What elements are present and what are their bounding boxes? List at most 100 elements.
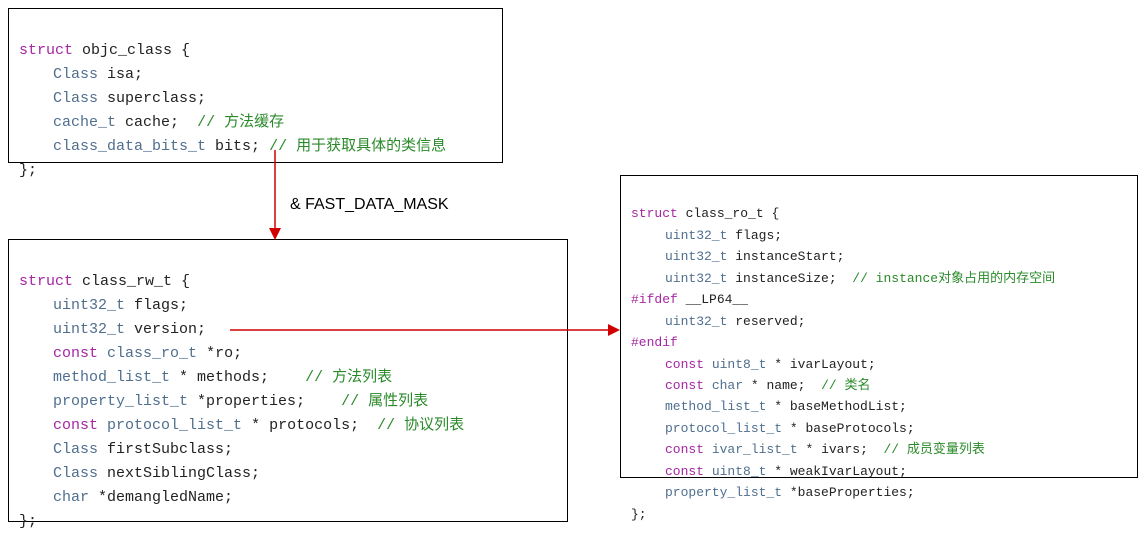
l: uint32_t instanceSize; // instance对象占用的内…: [631, 271, 1055, 286]
struct-name: objc_class {: [82, 42, 190, 59]
l: #ifdef __LP64__: [631, 292, 748, 307]
ident: * methods;: [179, 369, 269, 386]
l: uint32_t reserved;: [631, 314, 805, 329]
ident: * ivarLayout;: [774, 357, 875, 372]
ident: * ivars;: [805, 442, 867, 457]
struct-class-ro-t-box: struct class_ro_t { uint32_t flags; uint…: [620, 175, 1138, 478]
type: uint32_t: [53, 321, 125, 338]
type: uint32_t: [665, 228, 727, 243]
l: uint32_t flags;: [631, 228, 782, 243]
l: cache_t cache; // 方法缓存: [19, 114, 284, 131]
type: uint32_t: [665, 271, 727, 286]
kw-const: const: [665, 378, 704, 393]
ident: flags;: [134, 297, 188, 314]
l: property_list_t *baseProperties;: [631, 485, 915, 500]
l: Class superclass;: [19, 90, 206, 107]
ident: * baseMethodList;: [774, 399, 907, 414]
l: };: [19, 513, 37, 530]
kw-const: const: [665, 357, 704, 372]
type: char: [53, 489, 89, 506]
l: };: [631, 507, 647, 522]
l: method_list_t * methods; // 方法列表: [19, 369, 392, 386]
l: method_list_t * baseMethodList;: [631, 399, 907, 414]
struct-name: class_ro_t {: [686, 206, 780, 221]
comment: // instance对象占用的内存空间: [852, 271, 1055, 286]
ident: *properties;: [197, 393, 305, 410]
l: };: [19, 162, 37, 179]
kw-const: const: [53, 345, 98, 362]
type: method_list_t: [53, 369, 170, 386]
type: uint8_t: [712, 357, 767, 372]
type: char: [712, 378, 743, 393]
kw-ifdef: #ifdef: [631, 292, 678, 307]
l: const ivar_list_t * ivars; // 成员变量列表: [631, 442, 985, 457]
comment: // 方法列表: [305, 369, 392, 386]
type: protocol_list_t: [107, 417, 242, 434]
l: struct class_ro_t {: [631, 206, 779, 221]
close-brace: };: [631, 507, 647, 522]
l: const uint8_t * weakIvarLayout;: [631, 464, 907, 479]
comment: // 类名: [821, 378, 870, 393]
struct-class-rw-t-box: struct class_rw_t { uint32_t flags; uint…: [8, 239, 568, 522]
kw-const: const: [53, 417, 98, 434]
arrow-bits-to-rw: [265, 150, 285, 242]
ident: version;: [134, 321, 206, 338]
type: Class: [53, 90, 98, 107]
ident: instanceStart;: [735, 249, 844, 264]
ident: * name;: [751, 378, 806, 393]
kw-struct: struct: [631, 206, 678, 221]
l: const protocol_list_t * protocols; // 协议…: [19, 417, 464, 434]
type: class_ro_t: [107, 345, 197, 362]
fast-data-mask-label: & FAST_DATA_MASK: [290, 196, 449, 214]
struct-name: class_rw_t {: [82, 273, 190, 290]
ident: instanceSize;: [735, 271, 836, 286]
ident: superclass;: [107, 90, 206, 107]
l: struct objc_class {: [19, 42, 190, 59]
l: property_list_t *properties; // 属性列表: [19, 393, 428, 410]
struct-objc-class-box: struct objc_class { Class isa; Class sup…: [8, 8, 503, 163]
l: const uint8_t * ivarLayout;: [631, 357, 876, 372]
l: const class_ro_t *ro;: [19, 345, 242, 362]
kw-const: const: [665, 442, 704, 457]
l: struct class_rw_t {: [19, 273, 190, 290]
type: uint32_t: [53, 297, 125, 314]
close-brace: };: [19, 162, 37, 179]
l: uint32_t flags;: [19, 297, 188, 314]
ident: isa;: [107, 66, 143, 83]
comment: // 用于获取具体的类信息: [269, 138, 446, 155]
ident: *baseProperties;: [790, 485, 915, 500]
close-brace: };: [19, 513, 37, 530]
comment: // 方法缓存: [197, 114, 284, 131]
l: const char * name; // 类名: [631, 378, 870, 393]
type: Class: [53, 465, 98, 482]
kw-struct: struct: [19, 273, 73, 290]
ident: *demangledName;: [98, 489, 233, 506]
l: Class nextSiblingClass;: [19, 465, 260, 482]
type: class_data_bits_t: [53, 138, 206, 155]
type: protocol_list_t: [665, 421, 782, 436]
comment: // 成员变量列表: [884, 442, 985, 457]
l: class_data_bits_t bits; // 用于获取具体的类信息: [19, 138, 446, 155]
ident: firstSubclass;: [107, 441, 233, 458]
ident: nextSiblingClass;: [107, 465, 260, 482]
ident: reserved;: [735, 314, 805, 329]
kw-const: const: [665, 464, 704, 479]
comment: // 协议列表: [377, 417, 464, 434]
l: protocol_list_t * baseProtocols;: [631, 421, 915, 436]
type: uint8_t: [712, 464, 767, 479]
type: method_list_t: [665, 399, 766, 414]
type: Class: [53, 441, 98, 458]
ident: *ro;: [206, 345, 242, 362]
kw-struct: struct: [19, 42, 73, 59]
l: uint32_t instanceStart;: [631, 249, 844, 264]
comment: // 属性列表: [341, 393, 428, 410]
l: Class isa;: [19, 66, 143, 83]
l: char *demangledName;: [19, 489, 233, 506]
type: ivar_list_t: [712, 442, 798, 457]
ident: cache;: [125, 114, 179, 131]
ident: * baseProtocols;: [790, 421, 915, 436]
ident: flags;: [735, 228, 782, 243]
type: cache_t: [53, 114, 116, 131]
l: uint32_t version;: [19, 321, 206, 338]
ident: * protocols;: [251, 417, 359, 434]
